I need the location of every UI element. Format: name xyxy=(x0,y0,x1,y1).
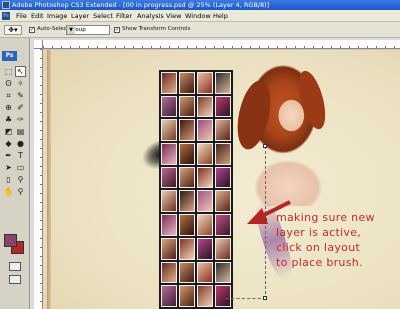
annotation-line: to place brush. xyxy=(276,256,363,269)
annotation-line: making sure new xyxy=(276,211,375,224)
instruction-annotation: making sure new layer is active, click o… xyxy=(276,210,400,270)
foreground-color-swatch[interactable] xyxy=(4,234,17,247)
annotation-line: click on layout xyxy=(276,241,361,254)
annotation-line: layer is active, xyxy=(276,226,362,239)
